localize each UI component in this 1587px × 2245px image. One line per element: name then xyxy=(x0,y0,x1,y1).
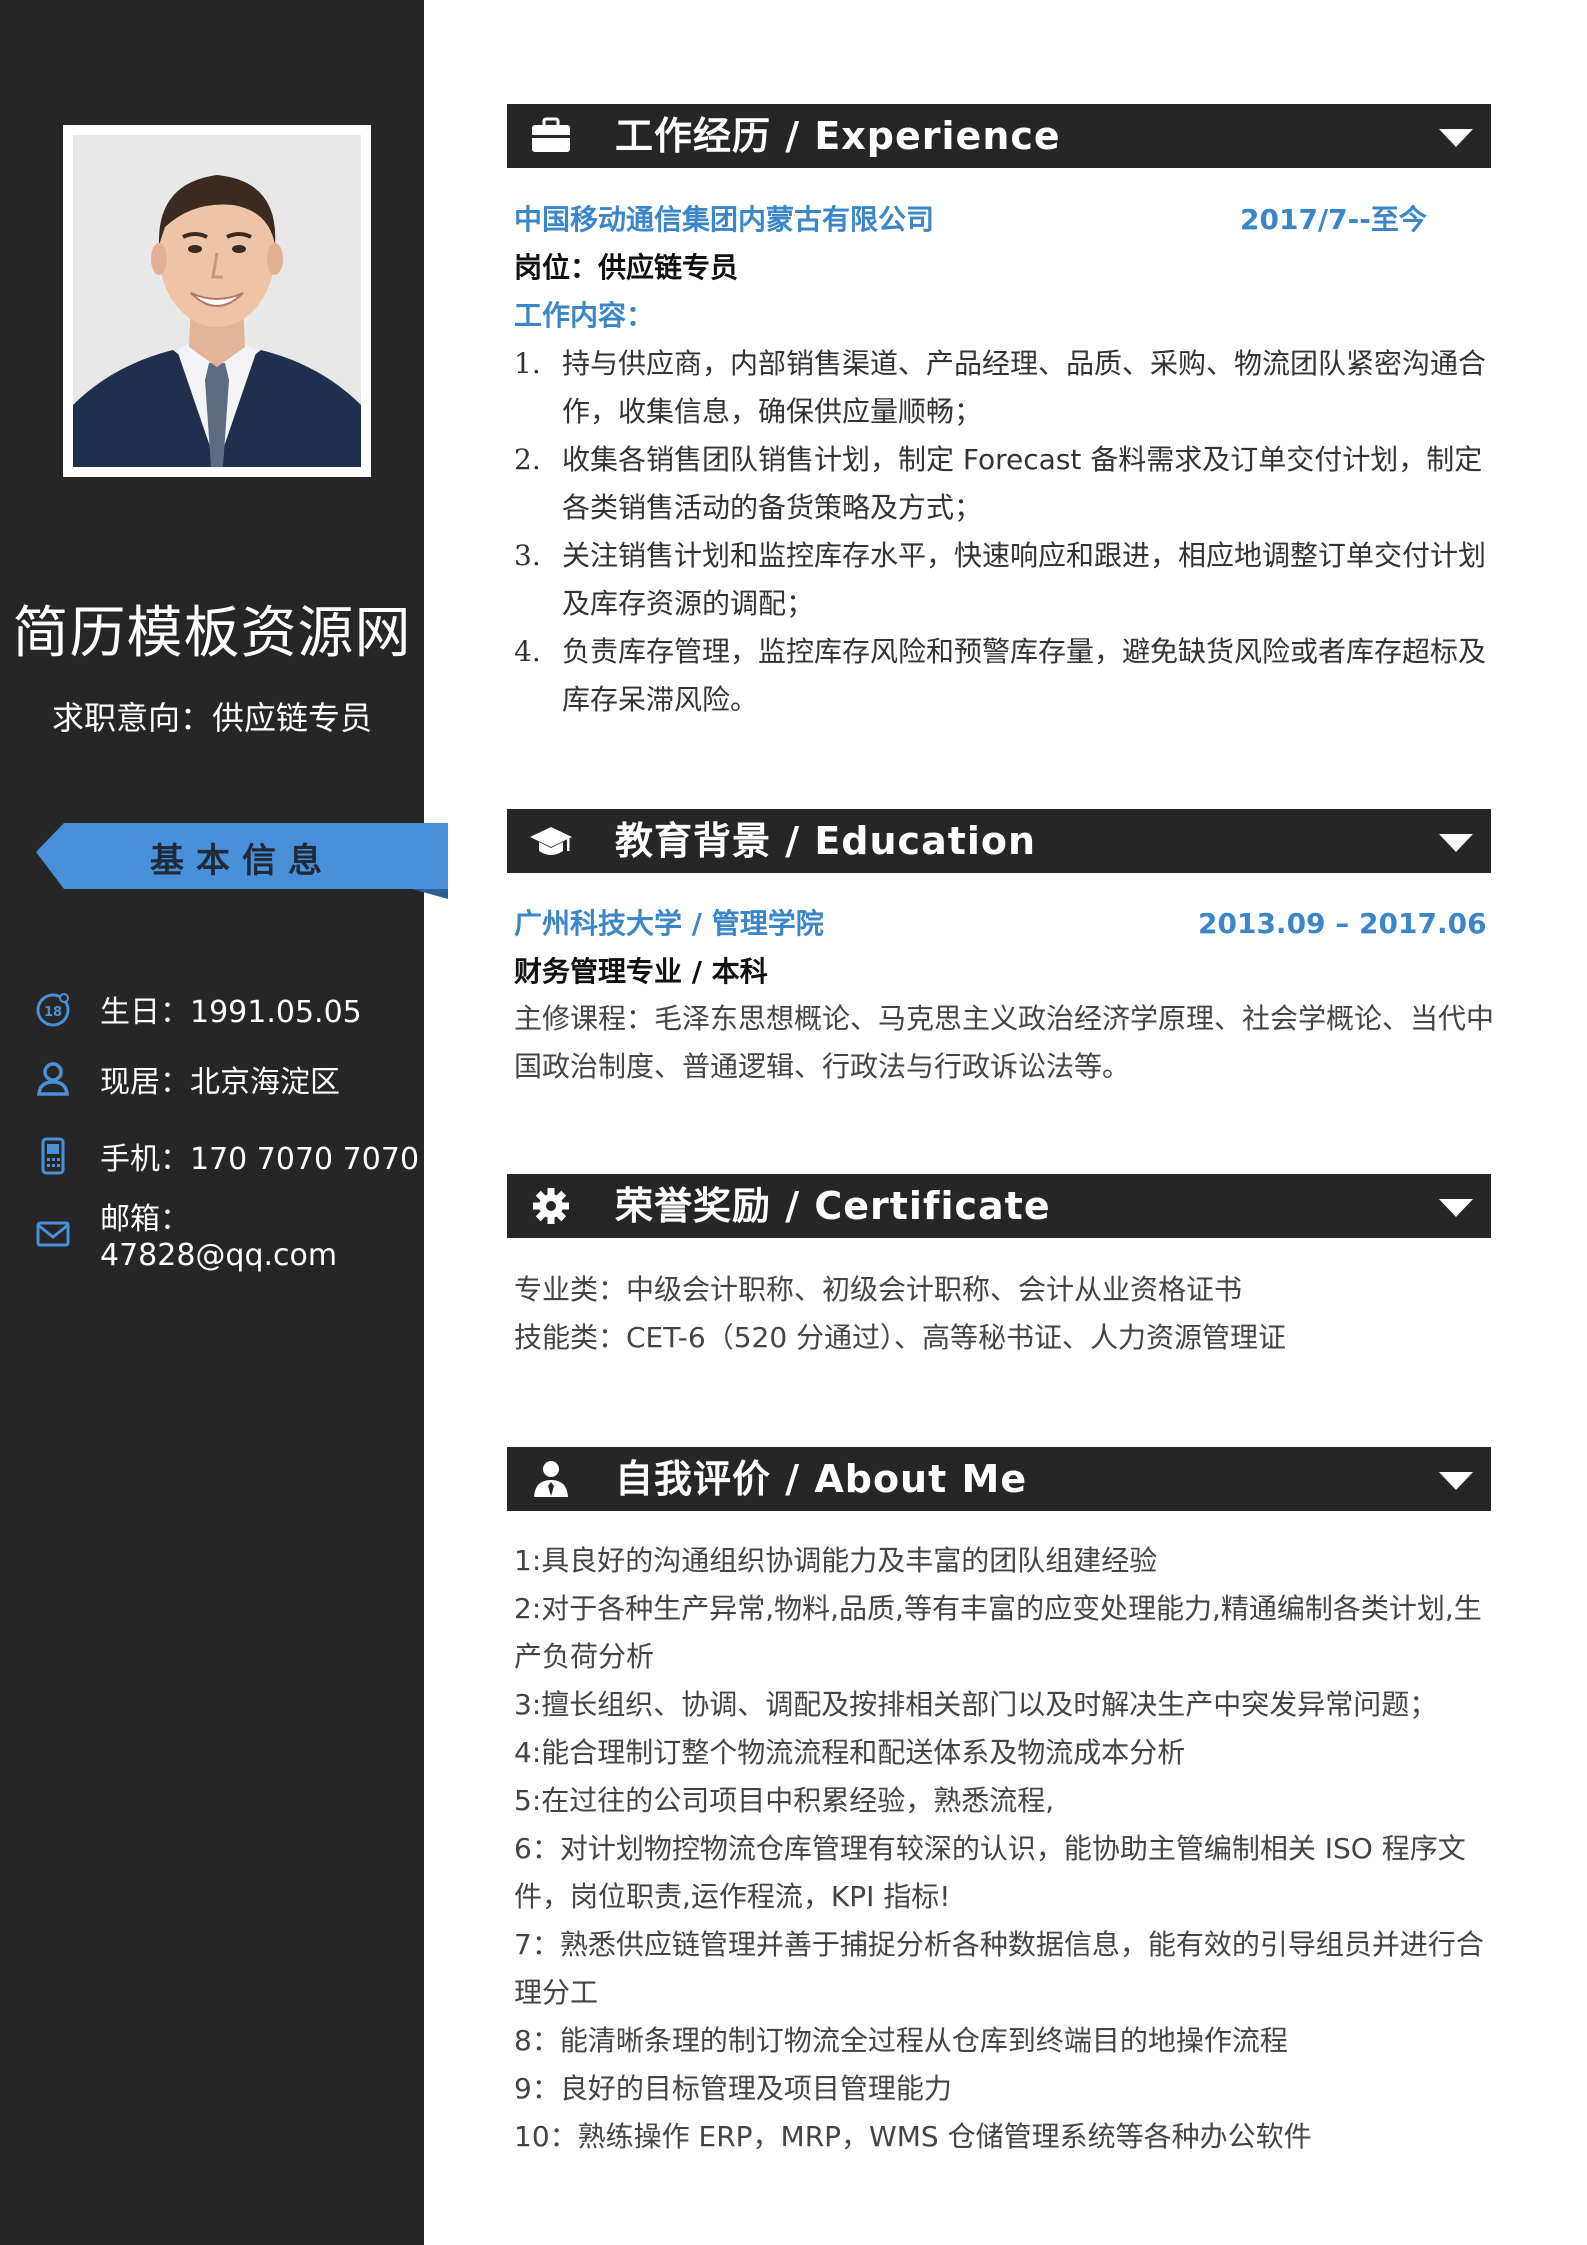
phone-icon xyxy=(34,1137,72,1175)
birthday-row: 18 生日：1991.05.05 xyxy=(34,987,362,1031)
certificate-title: 荣誉奖励 / Certificate xyxy=(615,1184,1051,1228)
email-row: 邮箱：47828@qq.com xyxy=(34,1202,424,1273)
certificate-header: 荣誉奖励 / Certificate xyxy=(507,1174,1491,1238)
education-courses: 主修课程：毛泽东思想概论、马克思主义政治经济学原理、社会学概论、当代中国政治制度… xyxy=(514,1002,1495,1083)
basic-info-ribbon: 基本信息 xyxy=(36,823,448,899)
list-item-number: 2. xyxy=(514,443,541,476)
svg-text:18: 18 xyxy=(44,1005,62,1020)
list-item: 9：良好的目标管理及项目管理能力 xyxy=(514,2072,952,2105)
education-period: 2013.09 – 2017.06 xyxy=(1198,907,1487,940)
list-item: 4. 负责库存管理，监控库存风险和预警库存量，避免缺货风险或者库存超标及库存呆滞风… xyxy=(514,628,1499,724)
experience-period: 2017/7--至今 xyxy=(1240,203,1427,236)
experience-duties-list: 1. 持与供应商，内部销售渠道、产品经理、品质、采购、物流团队紧密沟通合作，收集信… xyxy=(514,340,1499,724)
gear-icon xyxy=(533,1188,569,1224)
list-item: 5:在过往的公司项目中积累经验，熟悉流程, xyxy=(514,1784,1055,1817)
residence-text: 现居：北京海淀区 xyxy=(100,1065,340,1100)
experience-header: 工作经历 / Experience xyxy=(507,104,1491,168)
job-objective: 求职意向：供应链专员 xyxy=(51,699,372,737)
list-item: 6：对计划物控物流仓库管理有较深的认识，能协助主管编制相关 ISO 程序文件，岗… xyxy=(514,1832,1466,1913)
education-school: 广州科技大学 / 管理学院 xyxy=(514,907,824,940)
phone-text: 手机：170 7070 7070 xyxy=(100,1142,420,1177)
list-item: 2. 收集各销售团队销售计划，制定 Forecast 备料需求及订单交付计划，制定… xyxy=(514,436,1499,532)
list-item: 1. 持与供应商，内部销售渠道、产品经理、品质、采购、物流团队紧密沟通合作，收集信… xyxy=(514,340,1499,436)
certificate-skills: 技能类：CET-6（520 分通过）、高等秘书证、人力资源管理证 xyxy=(514,1321,1287,1354)
certificate-professional: 专业类：中级会计职称、初级会计职称、会计从业资格证书 xyxy=(514,1273,1243,1306)
person-icon xyxy=(534,1461,568,1497)
list-item: 3:擅长组织、协调、调配及按排相关部门以及时解决生产中突发异常问题； xyxy=(514,1688,1438,1721)
mail-icon xyxy=(34,1214,72,1252)
briefcase-icon xyxy=(532,117,570,152)
collapse-triangle-icon[interactable] xyxy=(1439,1472,1473,1490)
list-item-text: 负责库存管理，监控库存风险和预警库存量，避免缺货风险或者库存超标及库存呆滞风险。 xyxy=(562,635,1487,716)
profile-photo-frame xyxy=(63,125,371,477)
list-item-number: 4. xyxy=(514,635,541,668)
list-item: 7：熟悉供应链管理并善于捕捉分析各种数据信息，能有效的引导组员并进行合理分工 xyxy=(514,1928,1484,2009)
residence-row: 现居：北京海淀区 xyxy=(34,1057,340,1101)
experience-company: 中国移动通信集团内蒙古有限公司 xyxy=(514,203,935,236)
birthday-text: 生日：1991.05.05 xyxy=(100,995,362,1030)
about-list: 1:具良好的沟通组织协调能力及丰富的团队组建经验 2:对于各种生产异常,物料,品… xyxy=(514,1537,1499,2161)
list-item: 10：熟练操作 ERP，MRP，WMS 仓储管理系统等各种办公软件 xyxy=(514,2120,1312,2153)
list-item: 1:具良好的沟通组织协调能力及丰富的团队组建经验 xyxy=(514,1544,1158,1577)
list-item-text: 关注销售计划和监控库存水平，快速响应和跟进，相应地调整订单交付计划及库存资源的调… xyxy=(562,539,1487,620)
profile-photo xyxy=(73,135,361,467)
experience-title: 工作经历 / Experience xyxy=(615,114,1061,158)
location-person-icon xyxy=(34,1060,72,1098)
about-header: 自我评价 / About Me xyxy=(507,1447,1491,1511)
candidate-name: 简历模板资源网 xyxy=(12,601,412,666)
about-title: 自我评价 / About Me xyxy=(615,1457,1028,1501)
experience-content-label: 工作内容： xyxy=(514,299,655,332)
list-item-number: 3. xyxy=(514,539,541,572)
list-item: 4:能合理制订整个物流流程和配送体系及物流成本分析 xyxy=(514,1736,1186,1769)
list-item: 3. 关注销售计划和监控库存水平，快速响应和跟进，相应地调整订单交付计划及库存资源… xyxy=(514,532,1499,628)
email-text: 邮箱：47828@qq.com xyxy=(100,1201,338,1273)
list-item-text: 收集各销售团队销售计划，制定 Forecast 备料需求及订单交付计划，制定各类… xyxy=(562,443,1483,524)
list-item: 2:对于各种生产异常,物料,品质,等有丰富的应变处理能力,精通编制各类计划,生产… xyxy=(514,1592,1482,1673)
experience-position: 岗位：供应链专员 xyxy=(514,251,739,284)
education-header: 教育背景 / Education xyxy=(507,809,1491,873)
list-item-number: 1. xyxy=(514,347,541,380)
birthday-icon: 18 xyxy=(34,990,72,1028)
phone-row: 手机：170 7070 7070 xyxy=(34,1134,419,1178)
graduation-cap-icon xyxy=(530,827,572,855)
list-item-text: 持与供应商，内部销售渠道、产品经理、品质、采购、物流团队紧密沟通合作，收集信息，… xyxy=(562,347,1487,428)
sidebar: 简历模板资源网 求职意向：供应链专员 基本信息 18 生日：1991.05.05… xyxy=(0,0,448,2245)
collapse-triangle-icon[interactable] xyxy=(1439,1199,1473,1217)
list-item: 8：能清晰条理的制订物流全过程从仓库到终端目的地操作流程 xyxy=(514,2024,1288,2057)
collapse-triangle-icon[interactable] xyxy=(1439,129,1473,147)
basic-info-title: 基本信息 xyxy=(150,841,334,881)
collapse-triangle-icon[interactable] xyxy=(1439,834,1473,852)
education-major: 财务管理专业 / 本科 xyxy=(514,955,768,988)
education-title: 教育背景 / Education xyxy=(615,819,1037,863)
